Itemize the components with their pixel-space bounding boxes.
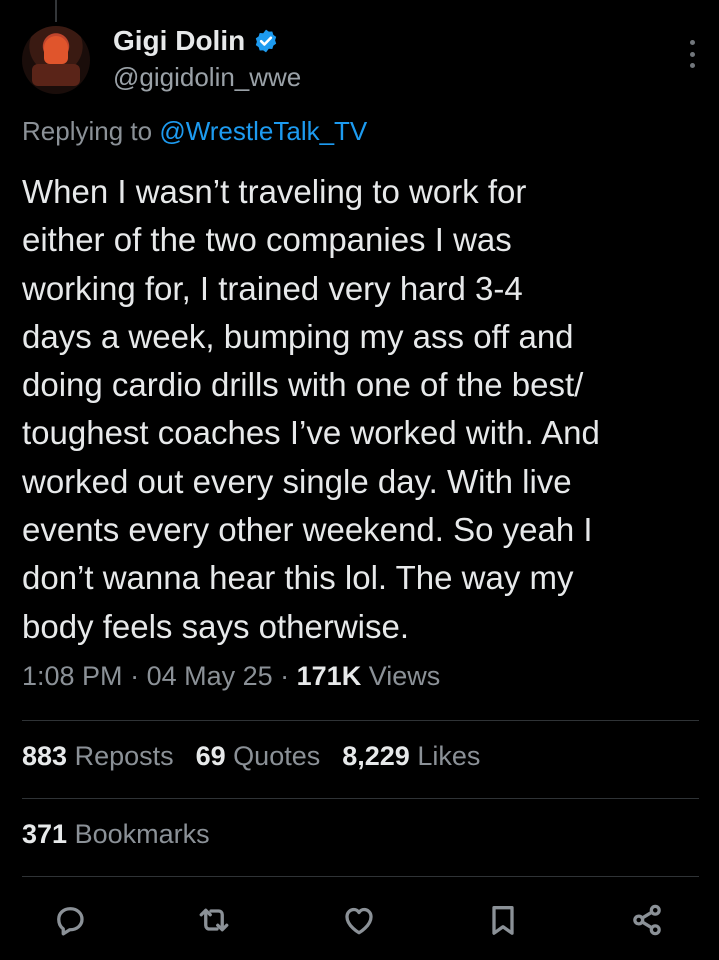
tweet-header: Gigi Dolin @gigidolin_wwe (22, 25, 697, 100)
likes-stat[interactable]: 8,229 Likes (342, 741, 480, 772)
more-dot (689, 40, 695, 45)
bookmarks-count: 371 (22, 819, 68, 849)
share-button[interactable] (627, 900, 667, 940)
meta-separator: · (272, 661, 297, 691)
display-name-row: Gigi Dolin (113, 25, 301, 57)
bookmarks-stat[interactable]: 371 Bookmarks (22, 819, 210, 850)
avatar[interactable] (22, 26, 90, 94)
more-dot (689, 63, 695, 68)
divider (22, 876, 699, 877)
reposts-stat[interactable]: 883 Reposts (22, 741, 174, 772)
tweet-time[interactable]: 1:08 PM (22, 661, 123, 691)
author-names: Gigi Dolin @gigidolin_wwe (113, 25, 301, 93)
bookmarks-label: Bookmarks (67, 819, 210, 849)
likes-label: Likes (409, 741, 481, 771)
bookmark-button[interactable] (483, 900, 523, 940)
views-label: Views (361, 661, 441, 691)
meta-separator: · (122, 661, 147, 691)
quotes-count: 69 (195, 741, 226, 771)
tweet-meta: 1:08 PM · 04 May 25 · 171K Views (22, 661, 440, 692)
engagement-stats: 883 Reposts 69 Quotes 8,229 Likes (22, 741, 502, 772)
replying-to: Replying to @WrestleTalk_TV (22, 116, 367, 147)
quotes-label: Quotes (225, 741, 321, 771)
like-button[interactable] (339, 900, 379, 940)
reply-button[interactable] (50, 900, 90, 940)
more-dot (689, 51, 695, 57)
views-count: 171K (296, 661, 362, 691)
share-icon (633, 904, 661, 936)
reply-icon (57, 907, 84, 936)
replying-to-label: Replying to (22, 116, 160, 146)
repost-icon (199, 908, 229, 932)
reposts-count: 883 (22, 741, 68, 771)
bookmark-icon (492, 906, 514, 935)
avatar-figure (32, 64, 80, 86)
reply-mention-link[interactable]: @WrestleTalk_TV (159, 116, 367, 146)
author-handle[interactable]: @gigidolin_wwe (113, 62, 301, 93)
thread-connector-line (55, 0, 57, 22)
like-icon (344, 907, 373, 935)
verified-badge-icon (256, 29, 277, 53)
action-bar (50, 898, 667, 942)
divider (22, 798, 699, 799)
repost-button[interactable] (194, 900, 234, 940)
more-options-icon[interactable] (687, 40, 697, 68)
divider (22, 720, 699, 721)
quotes-stat[interactable]: 69 Quotes (196, 741, 321, 772)
reposts-label: Reposts (67, 741, 174, 771)
avatar-hair (44, 36, 68, 64)
tweet-date[interactable]: 04 May 25 (147, 661, 273, 691)
tweet-text: When I wasn’t traveling to work for eith… (22, 173, 600, 645)
likes-count: 8,229 (342, 741, 410, 771)
display-name[interactable]: Gigi Dolin (113, 25, 245, 57)
